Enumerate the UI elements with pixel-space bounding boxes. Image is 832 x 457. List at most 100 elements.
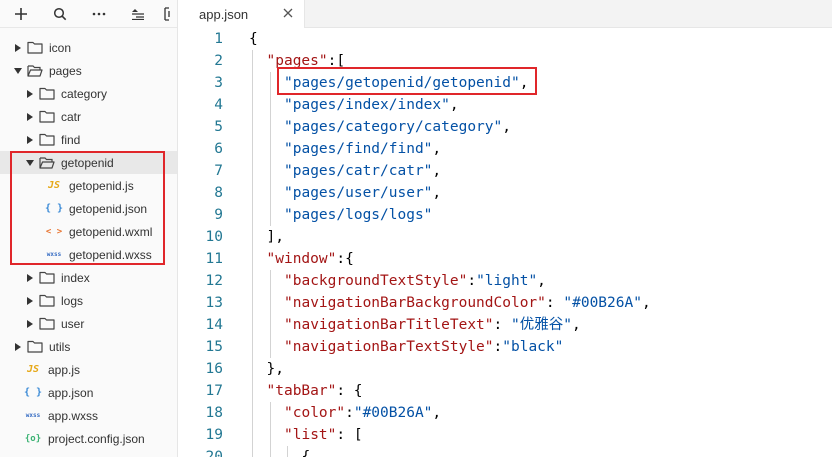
folder-icon: [39, 87, 55, 101]
close-icon[interactable]: [282, 7, 294, 19]
token-str: "pages/logs/logs": [284, 207, 433, 223]
token-key: "pages": [266, 53, 328, 69]
line-source: "navigationBarTextStyle":"black": [223, 336, 563, 358]
code-area[interactable]: 1{2 "pages":[3 "pages/getopenid/getopenid"…: [178, 28, 832, 457]
indent-guide: [269, 138, 271, 160]
caret-right-icon[interactable]: [24, 318, 36, 330]
token-punc: ,: [432, 405, 442, 421]
tree-item-label: getopenid.js: [69, 178, 134, 193]
indent-guide: [252, 138, 253, 160]
tree-folder-find[interactable]: find: [0, 128, 177, 151]
token-punc: ,: [519, 75, 529, 91]
line-number: 11: [205, 251, 223, 267]
tree-file-getopenid-js[interactable]: JS getopenid.js: [0, 174, 177, 197]
line-source: "backgroundTextStyle":"light",: [223, 270, 546, 292]
caret-right-icon[interactable]: [24, 134, 36, 146]
tree-item-label: index: [61, 270, 90, 285]
more-icon[interactable]: [86, 3, 112, 25]
line-number: 15: [205, 339, 223, 355]
tree-folder-logs[interactable]: logs: [0, 289, 177, 312]
tree-folder-utils[interactable]: utils: [0, 335, 177, 358]
token-str: "pages/index/index": [284, 97, 450, 113]
code-line: 3 "pages/getopenid/getopenid",: [178, 72, 832, 94]
folder-icon: [39, 294, 55, 308]
tree-file-app-js[interactable]: JS app.js: [0, 358, 177, 381]
line-number: 5: [214, 119, 223, 135]
tree-file-getopenid-json[interactable]: { } getopenid.json: [0, 197, 177, 220]
tree-folder-category[interactable]: category: [0, 82, 177, 105]
token-punc: :: [545, 295, 564, 311]
tree-item-label: getopenid: [61, 155, 114, 170]
tree-file-project-config-json[interactable]: {o} project.config.json: [0, 427, 177, 450]
line-number: 7: [214, 163, 223, 179]
tree-item-label: icon: [49, 40, 72, 55]
tree-item-label: app.json: [48, 385, 94, 400]
tree-file-app-wxss[interactable]: wxss app.wxss: [0, 404, 177, 427]
indent-guide: [252, 424, 253, 446]
caret-right-icon[interactable]: [24, 111, 36, 123]
token-punc: : [: [336, 427, 363, 443]
caret-right-icon[interactable]: [24, 295, 36, 307]
code-editor: app.json 1{2 "pages":[3 "pages/getopenid/g…: [178, 0, 832, 457]
tree-item-label: user: [61, 316, 85, 331]
tree-item-label: logs: [61, 293, 84, 308]
wxml-file-icon: < >: [45, 226, 63, 237]
token-key: "backgroundTextStyle": [284, 273, 468, 289]
token-punc: ],: [266, 229, 284, 245]
indent-guide: [252, 270, 253, 292]
tree-folder-catr[interactable]: catr: [0, 105, 177, 128]
line-source: "navigationBarBackgroundColor": "#00B26A…: [223, 292, 651, 314]
line-source: "pages/index/index",: [223, 94, 459, 116]
line-number: 10: [205, 229, 223, 245]
indent-guide: [252, 160, 253, 182]
code-line: 11 "window":{: [178, 248, 832, 270]
tree-folder-icon[interactable]: icon: [0, 36, 177, 59]
caret-right-icon[interactable]: [12, 341, 24, 353]
js-file-icon: JS: [26, 364, 40, 375]
explorer-toolbar: [0, 0, 177, 28]
wxss-file-icon: wxss: [46, 251, 62, 258]
tree-folder-user[interactable]: user: [0, 312, 177, 335]
add-icon[interactable]: [8, 3, 34, 25]
indent-guide: [269, 116, 271, 138]
line-source: {: [223, 28, 258, 50]
line-number: 6: [214, 141, 223, 157]
indent-guide: [269, 204, 271, 226]
folder-icon: [39, 110, 55, 124]
caret-right-icon[interactable]: [24, 88, 36, 100]
token-key: "list": [284, 427, 337, 443]
tree-file-app-json[interactable]: { } app.json: [0, 381, 177, 404]
line-number: 20: [205, 449, 223, 457]
token-str: "pages/user/user": [284, 185, 433, 201]
collapse-all-icon[interactable]: [125, 3, 151, 25]
tree-file-getopenid-wxml[interactable]: < > getopenid.wxml: [0, 220, 177, 243]
token-punc: ,: [432, 185, 442, 201]
token-key: "navigationBarBackgroundColor": [284, 295, 546, 311]
indent-guide: [269, 424, 271, 446]
tab-app-json[interactable]: app.json: [178, 0, 305, 28]
tree-folder-pages[interactable]: pages: [0, 59, 177, 82]
caret-down-icon[interactable]: [24, 157, 36, 169]
json-file-icon: { }: [23, 387, 43, 398]
token-punc: ,: [502, 119, 511, 135]
token-str: "light": [476, 273, 538, 289]
line-source: "color":"#00B26A",: [223, 402, 441, 424]
indent-guide: [252, 402, 253, 424]
tree-folder-getopenid[interactable]: getopenid: [0, 151, 177, 174]
line-source: "window":{: [223, 248, 354, 270]
line-number: 14: [205, 317, 223, 333]
tree-folder-index[interactable]: index: [0, 266, 177, 289]
token-str: "#00B26A": [563, 295, 642, 311]
caret-right-icon[interactable]: [24, 272, 36, 284]
caret-right-icon[interactable]: [12, 42, 24, 54]
tree-item-label: catr: [61, 109, 82, 124]
code-line: 2 "pages":[: [178, 50, 832, 72]
search-icon[interactable]: [47, 3, 73, 25]
file-explorer: icon pages category catr find getopenid JS geto…: [0, 0, 178, 457]
folder-icon: [27, 340, 43, 354]
split-icon[interactable]: [164, 3, 176, 25]
tree-file-getopenid-wxss[interactable]: wxss getopenid.wxss: [0, 243, 177, 266]
caret-down-icon[interactable]: [12, 65, 24, 77]
tree-item-label: getopenid.wxss: [69, 247, 152, 262]
json-file-icon: { }: [44, 203, 64, 214]
